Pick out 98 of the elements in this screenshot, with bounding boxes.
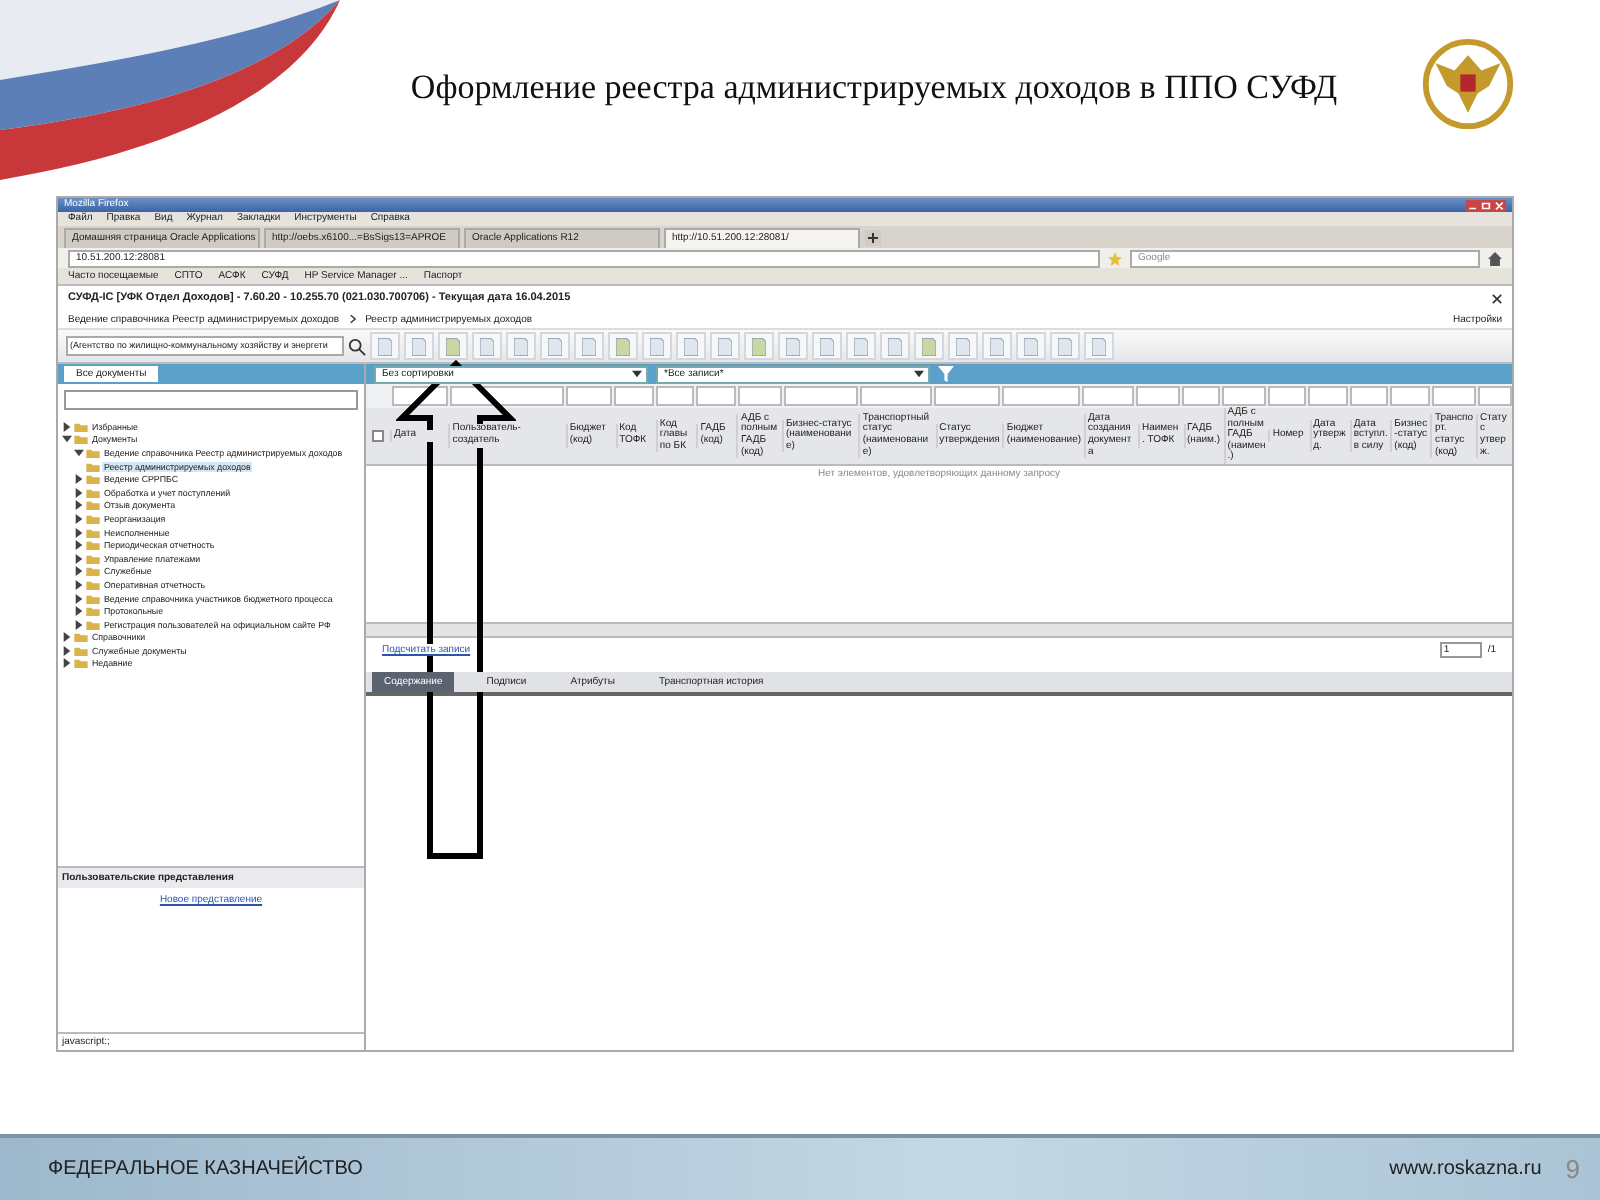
expand-icon[interactable] bbox=[74, 513, 84, 524]
toolbar-button[interactable] bbox=[472, 332, 502, 360]
toolbar-button[interactable] bbox=[676, 332, 706, 360]
toolbar-button[interactable] bbox=[710, 332, 740, 360]
expand-icon[interactable] bbox=[74, 527, 84, 538]
toolbar-button[interactable] bbox=[540, 332, 570, 360]
toolbar-button[interactable] bbox=[778, 332, 808, 360]
document-icon bbox=[514, 337, 528, 355]
column-filter-field[interactable] bbox=[1390, 386, 1430, 406]
toolbar-button[interactable] bbox=[438, 332, 468, 360]
emblem-drawing bbox=[1420, 36, 1516, 132]
column-filter-field[interactable] bbox=[1181, 386, 1221, 406]
footer-organization: ФЕДЕРАЛЬНОЕ КАЗНАЧЕЙСТВО bbox=[48, 1158, 363, 1180]
column-filter-field[interactable] bbox=[737, 386, 782, 406]
document-icon bbox=[1024, 337, 1038, 355]
document-icon bbox=[922, 337, 936, 355]
toolbar-button[interactable] bbox=[880, 332, 910, 360]
toolbar-button[interactable] bbox=[1016, 332, 1046, 360]
select-all-checkbox[interactable] bbox=[372, 429, 384, 442]
document-icon bbox=[990, 337, 1004, 355]
page-number: 9 bbox=[1565, 1154, 1580, 1184]
column-filter-field[interactable] bbox=[783, 386, 858, 406]
collapse-icon[interactable] bbox=[74, 447, 84, 458]
document-icon bbox=[480, 337, 494, 355]
expand-icon[interactable] bbox=[74, 487, 84, 498]
expand-icon[interactable] bbox=[62, 421, 72, 432]
horizontal-scrollbar[interactable] bbox=[366, 621, 1512, 638]
footer-url: www.roskazna.ru bbox=[1389, 1158, 1542, 1180]
new-tab-button[interactable] bbox=[864, 230, 882, 246]
toolbar-button[interactable] bbox=[506, 332, 536, 360]
expand-icon[interactable] bbox=[74, 553, 84, 564]
toolbar-button[interactable] bbox=[846, 332, 876, 360]
window-controls-icon[interactable] bbox=[1466, 199, 1506, 211]
expand-icon[interactable] bbox=[74, 474, 84, 485]
close-icon[interactable] bbox=[1492, 293, 1502, 303]
column-filter-field[interactable] bbox=[1267, 386, 1307, 406]
toolbar-button[interactable] bbox=[982, 332, 1012, 360]
home-icon[interactable] bbox=[1488, 251, 1502, 265]
column-filter-field[interactable] bbox=[1349, 386, 1389, 406]
expand-icon[interactable] bbox=[74, 540, 84, 551]
expand-icon[interactable] bbox=[62, 645, 72, 656]
document-icon bbox=[582, 337, 596, 355]
toolbar-button[interactable] bbox=[1084, 332, 1114, 360]
expand-icon[interactable] bbox=[74, 500, 84, 511]
tree-search-field[interactable] bbox=[64, 390, 358, 410]
toolbar-button[interactable] bbox=[642, 332, 672, 360]
document-icon bbox=[548, 337, 562, 355]
collapse-icon[interactable] bbox=[62, 434, 72, 445]
search-icon[interactable] bbox=[348, 337, 366, 355]
document-icon bbox=[956, 337, 970, 355]
document-icon bbox=[378, 337, 392, 355]
document-icon bbox=[616, 337, 630, 355]
expand-icon[interactable] bbox=[74, 579, 84, 590]
document-icon bbox=[684, 337, 698, 355]
expand-icon[interactable] bbox=[62, 632, 72, 643]
expand-icon[interactable] bbox=[74, 619, 84, 630]
column-filter-field[interactable] bbox=[565, 386, 613, 406]
expand-icon[interactable] bbox=[62, 658, 72, 669]
column-filter-field[interactable] bbox=[655, 386, 695, 406]
column-filter-field[interactable] bbox=[1001, 386, 1080, 406]
document-icon bbox=[718, 337, 732, 355]
toolbar-button[interactable] bbox=[812, 332, 842, 360]
toolbar-button[interactable] bbox=[744, 332, 774, 360]
expand-icon[interactable] bbox=[74, 566, 84, 577]
toolbar-button[interactable] bbox=[608, 332, 638, 360]
column-filter-field[interactable] bbox=[450, 386, 564, 406]
toolbar-button[interactable] bbox=[404, 332, 434, 360]
document-icon bbox=[412, 337, 426, 355]
document-icon bbox=[1058, 337, 1072, 355]
document-icon bbox=[786, 337, 800, 355]
document-icon bbox=[888, 337, 902, 355]
chevron-icon bbox=[349, 314, 356, 324]
expand-icon[interactable] bbox=[74, 593, 84, 604]
column-filter-field[interactable] bbox=[1477, 386, 1512, 406]
toolbar-button[interactable] bbox=[574, 332, 604, 360]
caret-icon bbox=[632, 370, 642, 378]
toolbar-button[interactable] bbox=[1050, 332, 1080, 360]
column-filter-field[interactable] bbox=[1431, 386, 1476, 406]
column-filter-field[interactable] bbox=[614, 386, 654, 406]
column-filter-field[interactable] bbox=[1081, 386, 1134, 406]
column-filter-field[interactable] bbox=[1222, 386, 1266, 406]
column-filter-field[interactable] bbox=[1308, 386, 1348, 406]
expand-icon[interactable] bbox=[74, 606, 84, 617]
star-icon[interactable] bbox=[1108, 251, 1122, 265]
toolbar-button[interactable] bbox=[948, 332, 978, 360]
caret-icon bbox=[914, 370, 924, 378]
slide-title: Оформление реестра администрируемых доходов в ППО СУФД bbox=[408, 66, 1340, 108]
document-icon bbox=[446, 337, 460, 355]
column-filter-field[interactable] bbox=[934, 386, 1000, 406]
document-icon bbox=[1092, 337, 1106, 355]
toolbar-button[interactable] bbox=[914, 332, 944, 360]
column-filter-field[interactable] bbox=[696, 386, 736, 406]
column-filter-field[interactable] bbox=[859, 386, 933, 406]
document-icon bbox=[820, 337, 834, 355]
document-icon bbox=[650, 337, 664, 355]
document-icon bbox=[752, 337, 766, 355]
document-icon bbox=[854, 337, 868, 355]
column-filter-field[interactable] bbox=[1136, 386, 1180, 406]
